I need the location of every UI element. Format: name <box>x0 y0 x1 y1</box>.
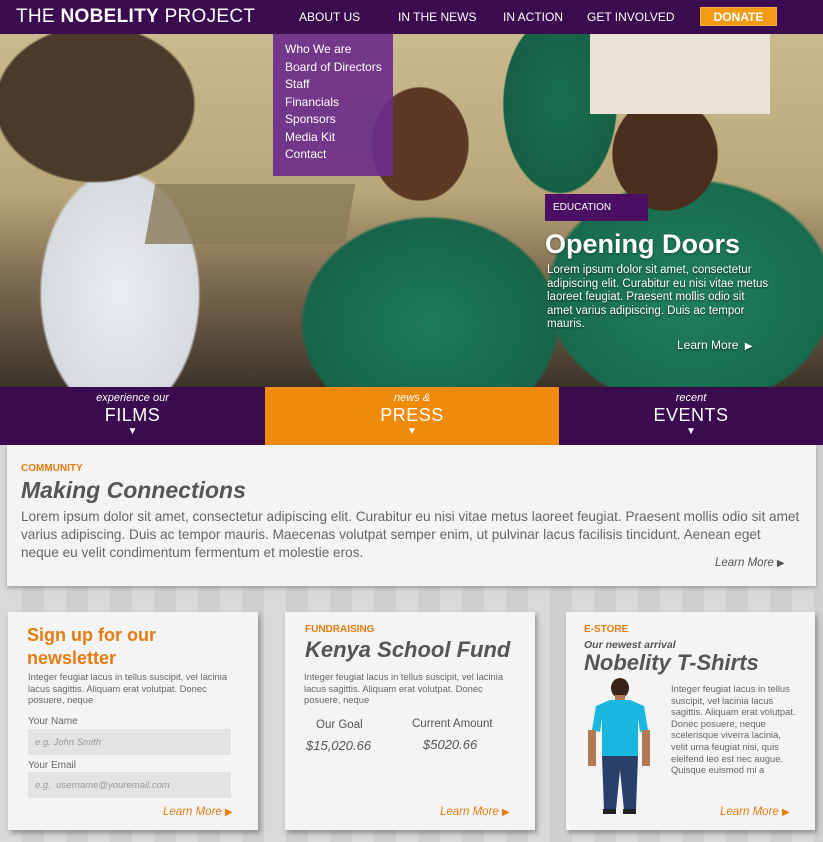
name-label: Your Name <box>28 716 78 727</box>
tab-press-big: PRESS <box>380 405 444 425</box>
hero-image <box>0 34 823 387</box>
down-arrow-icon: ▼ <box>127 426 138 437</box>
dropdown-item-financials[interactable]: Financials <box>285 95 393 113</box>
goal-value: $15,020.66 <box>306 738 372 753</box>
hero-learn-more-link[interactable]: Learn More ▶ <box>677 338 752 352</box>
down-arrow-icon: ▼ <box>686 426 696 437</box>
dropdown-item-sponsors[interactable]: Sponsors <box>285 112 393 130</box>
logo-bold: NOBELITY <box>60 6 159 27</box>
tab-press[interactable]: news & PRESS ▼ <box>265 387 559 445</box>
hero-bench <box>144 184 356 244</box>
email-field[interactable] <box>28 772 231 798</box>
tshirt-model-image[interactable] <box>584 678 654 816</box>
estore-learn-more-link[interactable]: Learn More ▶ <box>720 806 790 818</box>
dropdown-item-who-we-are[interactable]: Who We are <box>285 42 393 60</box>
fundraising-label: FUNDRAISING <box>305 624 375 635</box>
goal-label: Our Goal <box>316 719 363 731</box>
community-learn-more-link[interactable]: Learn More ▶ <box>715 557 785 569</box>
play-arrow-icon: ▶ <box>744 341 753 352</box>
nav-about-us[interactable]: ABOUT US <box>299 10 360 24</box>
name-field[interactable] <box>28 729 231 755</box>
nav-in-action[interactable]: IN ACTION <box>503 10 563 24</box>
dropdown-item-media-kit[interactable]: Media Kit <box>285 130 393 148</box>
community-card: COMMUNITY Making Connections Lorem ipsum… <box>7 445 816 586</box>
tab-films[interactable]: experience our FILMS ▼ <box>0 387 265 445</box>
hero-learn-more-label: Learn More <box>677 338 739 352</box>
logo-suffix: PROJECT <box>164 6 256 27</box>
tab-events-small: recent <box>675 392 707 404</box>
play-arrow-icon: ▶ <box>501 807 510 818</box>
community-learn-more-label: Learn More <box>715 557 774 569</box>
newsletter-title: Sign up for our newsletter <box>27 625 156 668</box>
community-title: Making Connections <box>21 477 246 503</box>
donate-button[interactable]: DONATE <box>700 7 777 26</box>
community-label: COMMUNITY <box>21 463 83 474</box>
tab-films-big: FILMS <box>104 405 161 425</box>
tab-events-big: EVENTS <box>653 405 729 425</box>
estore-label: E-STORE <box>584 624 629 635</box>
estore-text: Integer feugiat lacus in tellus suscipit… <box>671 683 796 776</box>
play-arrow-icon: ▶ <box>776 558 785 569</box>
estore-card: E-STORE Our newest arrival Nobelity T-Sh… <box>566 612 815 830</box>
current-amount-label: Current Amount <box>412 718 493 730</box>
about-us-dropdown-menu: Who We are Board of Directors Staff Fina… <box>273 34 393 176</box>
newsletter-learn-more-link[interactable]: Learn More ▶ <box>163 806 233 818</box>
community-text: Lorem ipsum dolor sit amet, consectetur … <box>21 509 800 560</box>
nav-get-involved[interactable]: GET INVOLVED <box>587 10 675 24</box>
tab-events[interactable]: recent EVENTS ▼ <box>559 387 823 445</box>
hero-category-tag: EDUCATION <box>545 194 648 221</box>
nav-in-the-news[interactable]: IN THE NEWS <box>398 10 476 24</box>
hero-text: Lorem ipsum dolor sit amet, consectetur … <box>547 264 769 331</box>
fundraising-title: Kenya School Fund <box>305 637 511 662</box>
hero-window <box>590 34 770 114</box>
play-arrow-icon: ▶ <box>781 807 790 818</box>
play-arrow-icon: ▶ <box>224 807 233 818</box>
fundraising-learn-more-label: Learn More <box>440 806 499 818</box>
dropdown-item-board[interactable]: Board of Directors <box>285 60 393 78</box>
tab-press-small: news & <box>393 392 431 404</box>
section-tabs: experience our FILMS ▼ news & PRESS ▼ re… <box>0 387 823 445</box>
tab-films-small: experience our <box>96 392 169 404</box>
fundraising-text: Integer feugiat lacus in tellus suscipit… <box>304 671 504 706</box>
email-label: Your Email <box>28 760 76 771</box>
newsletter-learn-more-label: Learn More <box>163 806 222 818</box>
newsletter-text: Integer feugiat lacus in tellus suscipit… <box>28 671 228 706</box>
logo-prefix: THE <box>16 6 55 27</box>
top-navigation-bar: THE NOBELITY PROJECT ABOUT US IN THE NEW… <box>0 0 823 34</box>
fundraising-card: FUNDRAISING Kenya School Fund Integer fe… <box>285 612 535 830</box>
site-logo[interactable]: THE NOBELITY PROJECT <box>16 6 255 28</box>
estore-learn-more-label: Learn More <box>720 806 779 818</box>
hero-title: Opening Doors <box>545 229 740 259</box>
newsletter-card: Sign up for our newsletter Integer feugi… <box>8 612 258 830</box>
dropdown-item-staff[interactable]: Staff <box>285 77 393 95</box>
down-arrow-icon: ▼ <box>407 426 417 437</box>
estore-title: Nobelity T-Shirts <box>584 650 759 675</box>
current-amount-value: $5020.66 <box>423 737 478 752</box>
dropdown-item-contact[interactable]: Contact <box>285 147 393 165</box>
fundraising-learn-more-link[interactable]: Learn More ▶ <box>440 806 510 818</box>
